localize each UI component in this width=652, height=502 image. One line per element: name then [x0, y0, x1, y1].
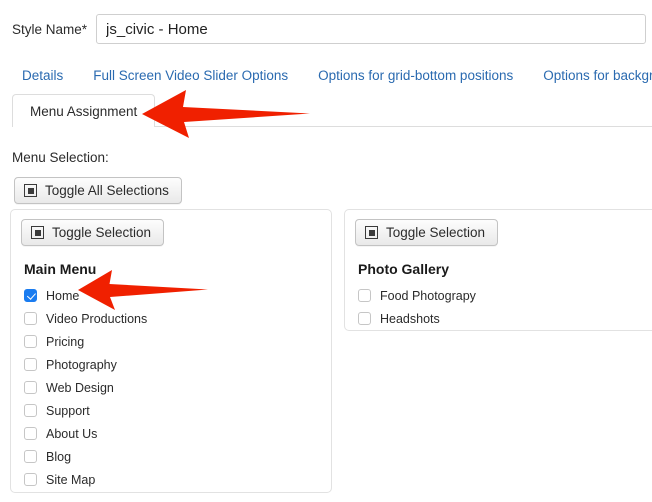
list-item[interactable]: Pricing	[24, 330, 331, 353]
checkbox-about-us[interactable]	[24, 427, 37, 440]
square-in-square-icon	[31, 226, 44, 239]
checkbox-video-productions[interactable]	[24, 312, 37, 325]
toggle-selection-button-main-menu[interactable]: Toggle Selection	[21, 219, 165, 246]
list-item-label: Web Design	[46, 380, 114, 395]
square-in-square-icon	[24, 184, 37, 197]
list-item-label: Pricing	[46, 334, 85, 349]
style-name-input[interactable]	[96, 14, 646, 44]
panel-title-photo-gallery: Photo Gallery	[358, 261, 450, 277]
list-item[interactable]: Home	[24, 284, 331, 307]
checkbox-pricing[interactable]	[24, 335, 37, 348]
style-name-label: Style Name*	[12, 22, 87, 37]
checkbox-site-map[interactable]	[24, 473, 37, 486]
menu-panel-main-menu: Toggle Selection Main Menu Home Video Pr…	[10, 209, 332, 493]
style-name-row: Style Name*	[12, 14, 646, 44]
list-item[interactable]: Site Map	[24, 468, 331, 491]
menu-panel-photo-gallery: Toggle Selection Photo Gallery Food Phot…	[344, 209, 652, 331]
tab-links-row: Details Full Screen Video Slider Options…	[22, 68, 652, 83]
square-in-square-icon	[365, 226, 378, 239]
checkbox-home[interactable]	[24, 289, 37, 302]
toggle-selection-button-photo-gallery[interactable]: Toggle Selection	[355, 219, 499, 246]
list-item[interactable]: Food Photograpy	[358, 284, 652, 307]
checkbox-food-photography[interactable]	[358, 289, 371, 302]
list-item-label: Support	[46, 403, 90, 418]
list-item-label: Headshots	[380, 311, 440, 326]
toggle-selection-label: Toggle Selection	[386, 225, 486, 240]
list-item[interactable]: Photography	[24, 353, 331, 376]
list-item[interactable]: Support	[24, 399, 331, 422]
list-item[interactable]: Web Design	[24, 376, 331, 399]
list-item-label: Photography	[46, 357, 117, 372]
checkbox-blog[interactable]	[24, 450, 37, 463]
list-item[interactable]: Headshots	[358, 307, 652, 330]
toggle-selection-label: Toggle Selection	[52, 225, 152, 240]
checkbox-web-design[interactable]	[24, 381, 37, 394]
list-item-label: About Us	[46, 426, 98, 441]
required-marker: *	[81, 21, 88, 37]
checkbox-photography[interactable]	[24, 358, 37, 371]
style-name-label-text: Style Name	[12, 21, 82, 37]
checkbox-headshots[interactable]	[358, 312, 371, 325]
list-item-label: Site Map	[46, 472, 96, 487]
list-item[interactable]: About Us	[24, 422, 331, 445]
list-item-label: Blog	[46, 449, 72, 464]
toggle-all-selections-button[interactable]: Toggle All Selections	[14, 177, 182, 204]
tab-full-screen-video-slider-options[interactable]: Full Screen Video Slider Options	[93, 68, 288, 83]
list-item[interactable]: Blog	[24, 445, 331, 468]
list-item-label: Video Productions	[46, 311, 148, 326]
list-item[interactable]: Video Productions	[24, 307, 331, 330]
tab-bar: Details Full Screen Video Slider Options…	[0, 62, 652, 132]
toggle-all-selections-label: Toggle All Selections	[45, 183, 169, 198]
checkbox-support[interactable]	[24, 404, 37, 417]
list-item-label: Food Photograpy	[380, 288, 476, 303]
tab-options-for-grid-bottom-positions[interactable]: Options for grid-bottom positions	[318, 68, 513, 83]
tab-details[interactable]: Details	[22, 68, 63, 83]
panel-title-main-menu: Main Menu	[24, 261, 97, 277]
list-item-label: Home	[46, 288, 80, 303]
tab-options-for-background[interactable]: Options for backgrou	[543, 68, 652, 83]
menu-selection-heading: Menu Selection:	[12, 150, 109, 165]
tab-menu-assignment[interactable]: Menu Assignment	[12, 94, 156, 127]
